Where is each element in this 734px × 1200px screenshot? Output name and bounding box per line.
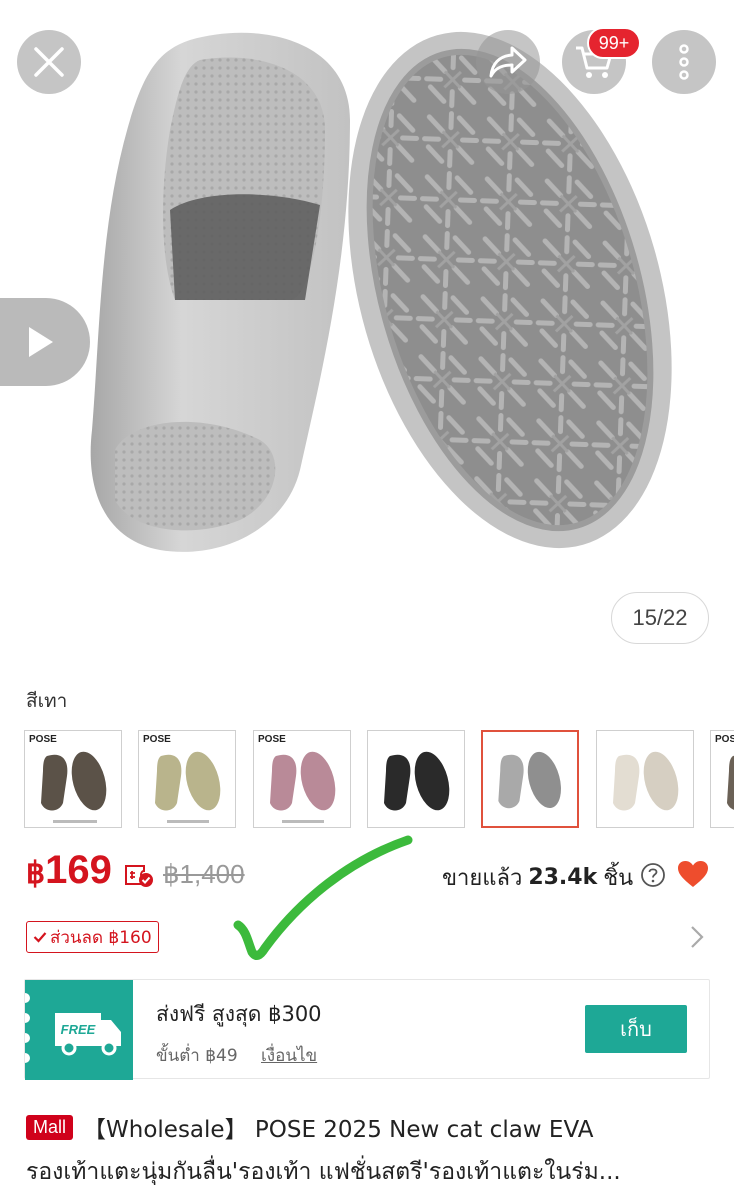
image-counter: 15/22 [611, 592, 709, 644]
thumb-brand: POSE [258, 734, 286, 745]
variation-thumb[interactable]: POSE [138, 730, 236, 828]
slipper-image [155, 751, 221, 823]
voucher-title: ส่งฟรี สูงสุด ฿300 [156, 1002, 322, 1026]
variation-thumb-selected[interactable] [481, 730, 579, 828]
variation-thumbnails: POSE POSE POSE POSE [24, 730, 734, 828]
price-currency: ฿ [26, 857, 46, 890]
sold-label: ขายแล้ว [442, 866, 523, 891]
sold-value: 23.4k [528, 865, 598, 890]
share-button[interactable] [476, 30, 540, 94]
slipper-image [498, 751, 561, 809]
more-vertical-icon [679, 44, 689, 80]
product-title-line-2: รองเท้าแตะนุ่มกันลื่น'รองเท้า แฟชั่นสตรี… [26, 1159, 621, 1185]
voucher-conditions-link[interactable]: เงื่อนไข [261, 1042, 317, 1069]
free-badge-text: FREE [61, 1022, 96, 1037]
chevron-right-icon[interactable] [689, 924, 705, 950]
check-icon [33, 932, 47, 943]
discount-badge[interactable]: ส่วนลด ฿160 [26, 921, 159, 953]
help-icon[interactable] [640, 862, 666, 888]
variation-thumb[interactable]: POSE [24, 730, 122, 828]
slipper-image [727, 755, 734, 810]
product-title-line-1: Mall 【Wholesale】 POSE 2025 New cat claw … [26, 1110, 593, 1144]
play-video-button[interactable] [0, 298, 90, 386]
voucher-left-panel: FREE [20, 980, 133, 1080]
claim-voucher-button[interactable]: เก็บ [585, 1005, 687, 1053]
play-icon [29, 327, 53, 357]
slipper-image [41, 751, 107, 823]
cart-count-badge: 99+ [587, 27, 641, 59]
free-shipping-voucher: FREE ส่งฟรี สูงสุด ฿300 ขั้นต่ำ ฿49 เงื่… [20, 979, 710, 1080]
thumb-brand: POSE [29, 734, 57, 745]
heart-icon[interactable] [677, 860, 709, 888]
slipper-image [270, 751, 336, 823]
thumb-brand: POSE [715, 734, 734, 745]
variation-thumb[interactable]: POSE [253, 730, 351, 828]
sold-count: ขายแล้ว 23.4k ชิ้น [442, 860, 633, 895]
current-price: ฿ 169 [26, 848, 112, 893]
variation-thumb[interactable] [367, 730, 465, 828]
checkmark-annotation [233, 835, 413, 960]
product-image [90, 31, 672, 552]
share-icon [489, 46, 527, 78]
close-icon [34, 47, 64, 77]
product-title-text: 【Wholesale】 POSE 2025 New cat claw EVA [83, 1117, 594, 1143]
variation-thumb[interactable] [596, 730, 694, 828]
more-options-button[interactable] [652, 30, 716, 94]
slipper-image [613, 751, 679, 811]
product-image-gallery[interactable]: 99+ 15/22 [0, 0, 734, 675]
free-shipping-truck-icon: FREE [20, 993, 121, 1063]
slipper-image [384, 751, 450, 811]
selected-variation-label: สีเทา [26, 690, 68, 712]
voucher-min-spend: ขั้นต่ำ ฿49 [156, 1046, 238, 1066]
variation-thumb[interactable]: POSE [710, 730, 734, 828]
close-button[interactable] [17, 30, 81, 94]
mall-badge: Mall [26, 1114, 74, 1140]
price-value: 169 [45, 848, 112, 892]
sold-unit: ชิ้น [603, 866, 634, 891]
discount-label: ส่วนลด ฿160 [50, 927, 152, 948]
thumb-brand: POSE [143, 734, 171, 745]
coin-voucher-icon [125, 865, 153, 887]
